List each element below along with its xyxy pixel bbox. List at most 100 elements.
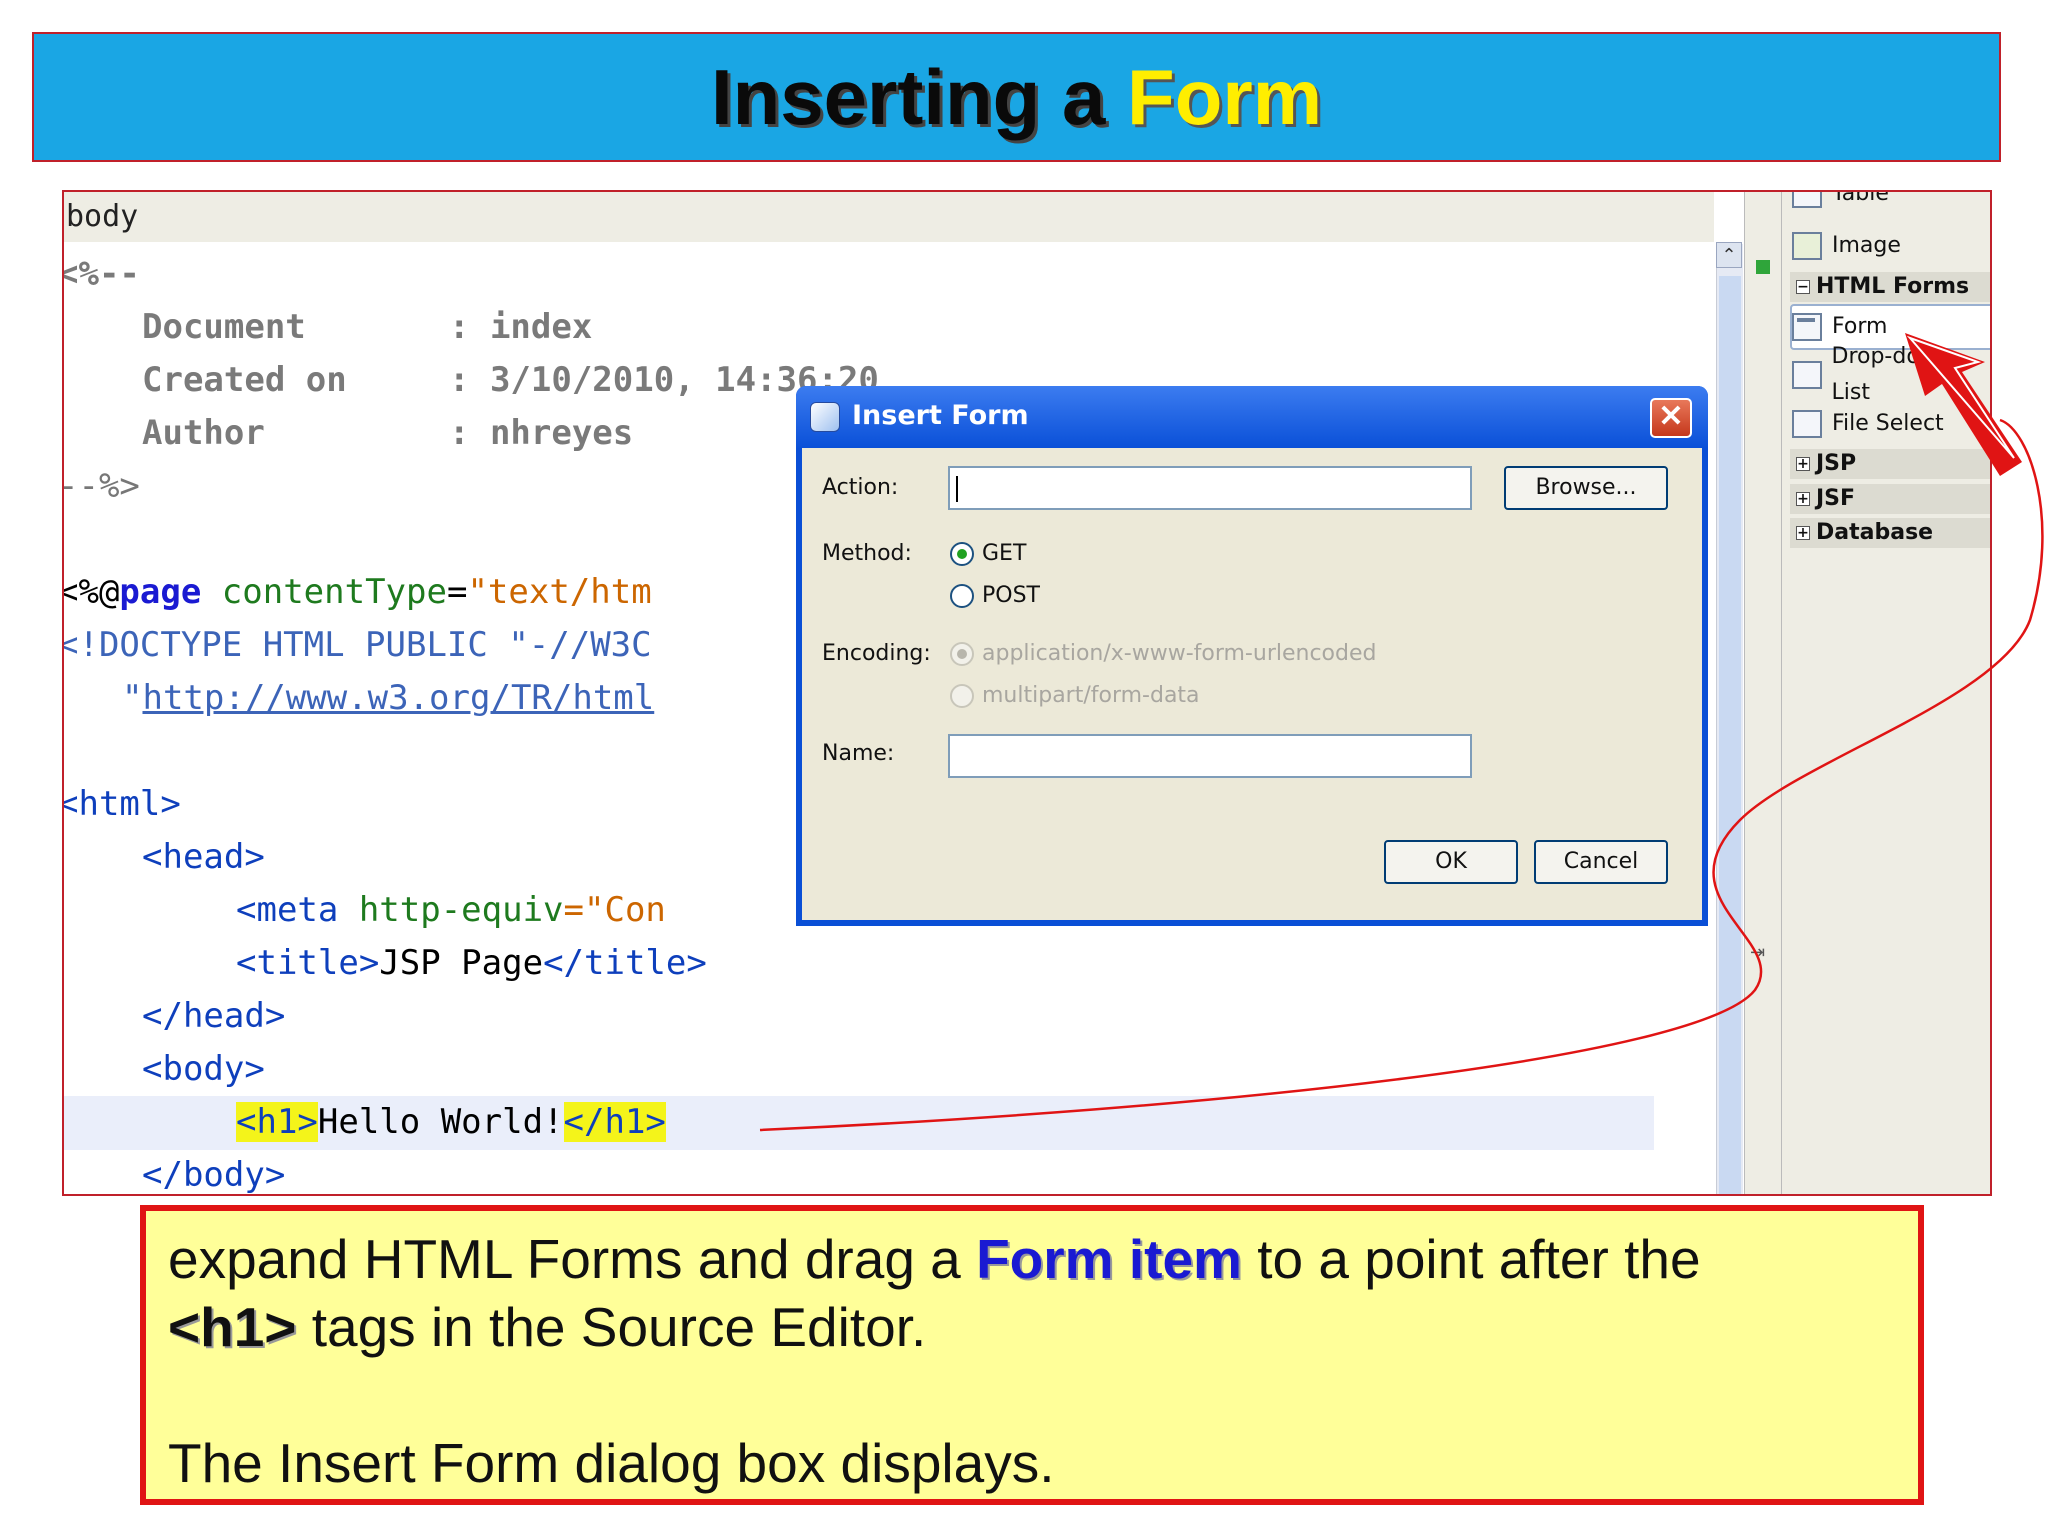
code-line-doctype[interactable]: <!DOCTYPE HTML PUBLIC "-//W3C (64, 619, 652, 672)
method-get-radio[interactable] (950, 542, 974, 566)
dialog-title: Insert Form (852, 400, 1029, 431)
palette-item-label: File Select (1832, 411, 1944, 436)
instruction-text: tags in the Source Editor. (296, 1296, 927, 1358)
editor-scrollbar[interactable] (1716, 244, 1743, 1194)
code-token: <%@ (64, 572, 120, 612)
expand-icon[interactable]: + (1796, 526, 1810, 540)
code-line-head[interactable]: <head> (142, 831, 265, 884)
slide-title-highlight: Form (1127, 52, 1323, 141)
palette-category-html-forms[interactable]: − HTML Forms (1790, 272, 1990, 302)
method-get-label[interactable]: GET (982, 539, 1026, 569)
code-line-comment-open[interactable]: <%-- (64, 248, 140, 301)
name-input[interactable] (948, 734, 1472, 778)
status-ok-icon[interactable] (1756, 260, 1770, 274)
code-line-document-value[interactable]: : index (449, 301, 592, 354)
dialog-titlebar[interactable]: Insert Form ✕ (796, 386, 1708, 448)
code-token-h1-open: <h1> (236, 1102, 318, 1142)
collapse-icon[interactable]: − (1796, 280, 1810, 294)
palette-panel: Table Image − HTML Forms Form Drop-down L… (1782, 190, 1990, 1194)
scrollbar-thumb[interactable] (1719, 276, 1741, 1194)
instruction-emphasis: <h1> (168, 1296, 297, 1358)
method-label: Method: (822, 541, 912, 566)
caret-marker-icon: ⇥ (1750, 942, 1766, 962)
instruction-emphasis: Form item (976, 1228, 1242, 1290)
palette-item-label: Table (1832, 190, 1889, 206)
code-token: page (119, 572, 202, 612)
text-cursor (956, 476, 958, 502)
code-line-author-value[interactable]: : nhreyes (449, 407, 633, 460)
dialog-app-icon (810, 402, 840, 432)
expand-icon[interactable]: + (1796, 457, 1810, 471)
code-line-html[interactable]: <html> (64, 778, 181, 831)
close-icon[interactable]: ✕ (1650, 398, 1692, 438)
code-line-page-directive[interactable]: <%@page contentType="text/htm (64, 566, 652, 619)
instruction-box: expand HTML Forms and drag a Form item t… (140, 1205, 1924, 1505)
palette-item-label: Drop-down List (1831, 344, 1952, 405)
error-stripe (1744, 192, 1782, 1194)
code-line-body-close[interactable]: </body> (142, 1149, 285, 1194)
code-token: contentType (201, 572, 447, 612)
ok-button[interactable]: OK (1384, 840, 1518, 884)
palette-category-jsp[interactable]: + JSP (1790, 449, 1990, 479)
code-line-created[interactable]: Created on (142, 354, 347, 407)
code-token: JSP Page (379, 943, 544, 983)
code-token: http://www.w3.org/TR/html (142, 678, 655, 718)
palette-category-label: JSP (1816, 451, 1857, 476)
expand-icon[interactable]: + (1796, 492, 1810, 506)
cancel-button[interactable]: Cancel (1534, 840, 1668, 884)
table-icon (1792, 192, 1822, 208)
palette-item-dropdown[interactable]: Drop-down List (1792, 344, 1990, 405)
slide-title-banner: Inserting a Form (32, 32, 2001, 162)
code-token: ="Con (563, 890, 666, 930)
scroll-up-icon[interactable]: ⌃ (1716, 242, 1742, 268)
file-select-icon (1792, 410, 1822, 438)
name-label: Name: (822, 741, 895, 766)
palette-category-database[interactable]: + Database (1790, 518, 1990, 548)
dialog-body: Action: Browse... Method: GET POST Encod… (802, 448, 1702, 920)
palette-category-label: Database (1816, 520, 1934, 545)
browse-button[interactable]: Browse... (1504, 466, 1668, 510)
code-token-h1-close: </h1> (563, 1102, 666, 1142)
action-input[interactable] (948, 466, 1472, 510)
encoding-multipart-radio[interactable] (950, 684, 974, 708)
code-line-author[interactable]: Author (142, 407, 265, 460)
palette-item-image[interactable]: Image (1792, 228, 1901, 264)
method-post-label[interactable]: POST (982, 581, 1040, 611)
slide-title-text: Inserting a (710, 52, 1128, 141)
insert-form-dialog: Insert Form ✕ Action: Browse... Method: … (796, 386, 1708, 926)
code-line-body[interactable]: <body> (142, 1043, 265, 1096)
form-icon (1792, 313, 1822, 341)
ide-screenshot: body <%-- Document : index Created on : … (62, 190, 1992, 1196)
code-line-head-close[interactable]: </head> (142, 990, 285, 1043)
palette-item-table[interactable]: Table (1792, 190, 1889, 212)
code-token: <title> (236, 943, 380, 983)
code-token: </title> (543, 943, 707, 983)
code-line-doctype-url[interactable]: "http://www.w3.org/TR/html (122, 672, 654, 725)
encoding-multipart-label[interactable]: multipart/form-data (982, 681, 1200, 711)
code-token: Hello World! (317, 1102, 564, 1142)
instruction-text: expand HTML Forms and drag a (168, 1228, 977, 1290)
code-line-document[interactable]: Document (142, 301, 306, 354)
palette-category-jsf[interactable]: + JSF (1790, 484, 1990, 514)
action-label: Action: (822, 475, 899, 500)
palette-category-label: HTML Forms (1816, 274, 1970, 299)
encoding-urlencoded-label[interactable]: application/x-www-form-urlencoded (982, 639, 1376, 669)
palette-item-file-select[interactable]: File Select (1792, 406, 1944, 442)
code-line-comment-close[interactable]: --%> (64, 460, 140, 513)
instruction-text: to a point after the (1241, 1228, 1701, 1290)
code-line-h1[interactable]: <h1>Hello World!</h1> (236, 1096, 666, 1149)
code-key: Document (142, 307, 306, 347)
code-token: "text/htm (467, 572, 652, 612)
instruction-paragraph-1: expand HTML Forms and drag a Form item t… (168, 1225, 1896, 1361)
instruction-paragraph-2: The Insert Form dialog box displays. (168, 1432, 1055, 1494)
encoding-urlencoded-radio[interactable] (950, 642, 974, 666)
dropdown-icon (1792, 361, 1822, 389)
code-line-meta[interactable]: <meta http-equiv="Con (236, 884, 666, 937)
palette-item-label: Image (1832, 233, 1901, 258)
editor-breadcrumb[interactable]: body (64, 192, 1714, 242)
encoding-label: Encoding: (822, 641, 931, 666)
code-token: <meta (236, 890, 339, 930)
method-post-radio[interactable] (950, 584, 974, 608)
image-icon (1792, 232, 1822, 260)
code-line-title[interactable]: <title>JSP Page</title> (236, 937, 707, 990)
